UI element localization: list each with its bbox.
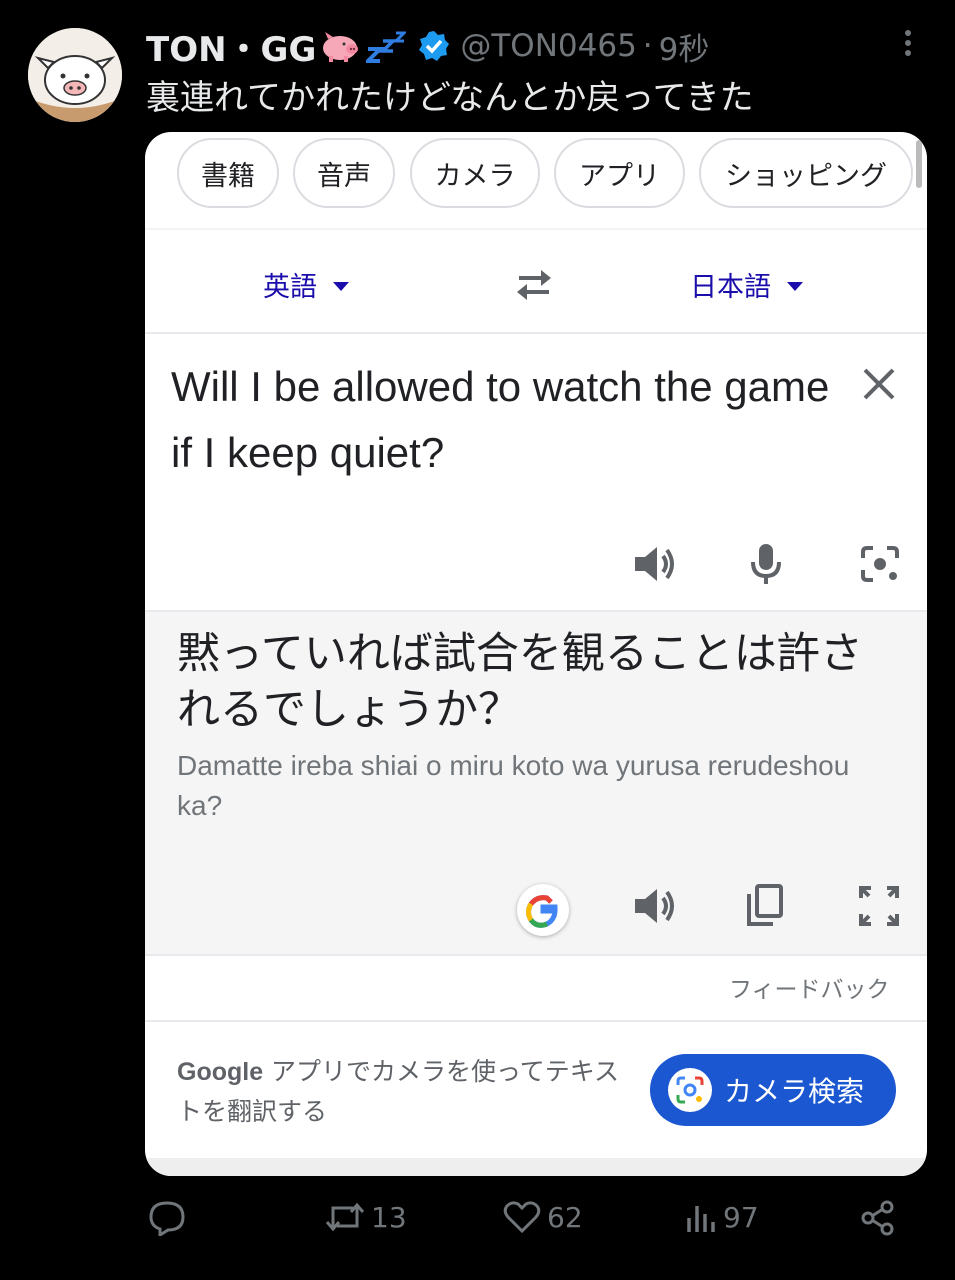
avatar[interactable] bbox=[28, 28, 122, 122]
clear-text-icon bbox=[861, 366, 897, 406]
retweet-count: 13 bbox=[371, 1200, 407, 1234]
target-lang-select: 日本語 bbox=[690, 265, 803, 304]
timestamp[interactable]: 9秒 bbox=[659, 24, 710, 69]
views-count: 97 bbox=[723, 1200, 759, 1234]
app-promo-text: Google アプリでカメラを使ってテキストを翻訳する bbox=[177, 1052, 637, 1132]
bottom-strip bbox=[145, 1158, 927, 1176]
more-options-icon[interactable] bbox=[896, 28, 920, 58]
handle[interactable]: @TON0465 bbox=[460, 28, 636, 64]
dropdown-caret-icon bbox=[787, 282, 803, 291]
lens-camera-icon bbox=[859, 544, 901, 588]
lens-icon bbox=[668, 1068, 712, 1112]
views-button[interactable]: 97 bbox=[685, 1200, 759, 1234]
fullscreen-icon bbox=[859, 886, 899, 930]
like-count: 62 bbox=[547, 1200, 583, 1234]
target-lang-label: 日本語 bbox=[690, 272, 771, 303]
display-name[interactable]: TON・GG bbox=[146, 22, 316, 71]
divider bbox=[145, 954, 927, 956]
speaker-icon bbox=[633, 544, 677, 588]
tweet-header: TON・GG @TON0465 · 9秒 bbox=[146, 22, 710, 71]
retweet-button[interactable]: 13 bbox=[325, 1200, 407, 1234]
chip-camera: カメラ bbox=[410, 138, 540, 208]
speaker-icon bbox=[633, 886, 677, 930]
retweet-icon bbox=[325, 1202, 365, 1232]
chips-scrollbar bbox=[916, 140, 922, 188]
translation-text: 黙っていれば試合を観ることは許されるでしょうか？ bbox=[177, 629, 863, 735]
divider bbox=[145, 228, 927, 230]
attached-screenshot[interactable]: 書籍 音声 カメラ アプリ ショッピング 英語 日本語 Will I be al… bbox=[145, 132, 927, 1176]
microphone-icon bbox=[749, 542, 783, 590]
views-icon bbox=[687, 1206, 715, 1232]
separator-dot: · bbox=[642, 28, 653, 64]
heart-icon bbox=[503, 1201, 541, 1234]
dropdown-caret-icon bbox=[333, 282, 349, 291]
copy-icon bbox=[745, 884, 785, 932]
source-text: Will I be allowed to watch the game if I… bbox=[171, 363, 830, 476]
chip-apps: アプリ bbox=[554, 138, 685, 208]
pig-emoji-icon bbox=[320, 29, 362, 63]
divider bbox=[145, 332, 927, 334]
promo-brand: Google bbox=[177, 1058, 264, 1086]
share-icon bbox=[861, 1200, 894, 1236]
romanization-text: Damatte ireba shiai o miru koto wa yurus… bbox=[177, 750, 850, 821]
tweet-actions: 13 62 97 bbox=[0, 1200, 955, 1250]
zzz-emoji-icon bbox=[366, 29, 407, 63]
swap-languages-icon bbox=[513, 266, 555, 308]
reply-button[interactable] bbox=[148, 1200, 192, 1236]
verified-badge-icon bbox=[418, 30, 450, 62]
source-lang-label: 英語 bbox=[263, 272, 317, 303]
chip-shopping: ショッピング bbox=[699, 138, 913, 208]
chip-audio: 音声 bbox=[293, 138, 395, 208]
divider bbox=[145, 1020, 927, 1022]
chip-books: 書籍 bbox=[177, 138, 279, 208]
pig-avatar-icon bbox=[28, 28, 122, 122]
google-logo-icon bbox=[517, 884, 569, 936]
camera-search-label: カメラ検索 bbox=[724, 1075, 865, 1108]
camera-search-button: カメラ検索 bbox=[650, 1054, 896, 1126]
share-button[interactable] bbox=[860, 1200, 896, 1236]
feedback-link: フィードバック bbox=[729, 977, 890, 1003]
tweet-text: 裏連れてかれたけどなんとか戻ってきた bbox=[146, 78, 754, 118]
like-button[interactable]: 62 bbox=[503, 1200, 583, 1234]
source-lang-select: 英語 bbox=[263, 265, 349, 304]
reply-icon bbox=[149, 1201, 185, 1236]
search-chips: 書籍 音声 カメラ アプリ ショッピング bbox=[145, 132, 927, 228]
